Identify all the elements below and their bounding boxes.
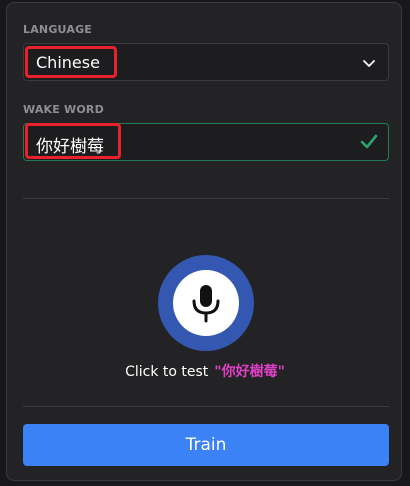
wake-word-label: WAKE WORD	[23, 103, 104, 116]
test-prompt: Click to test	[125, 364, 209, 380]
language-select[interactable]: Chinese	[23, 43, 389, 81]
test-instruction: Click to test "你好樹莓"	[7, 361, 403, 381]
language-label: LANGUAGE	[23, 23, 93, 36]
test-phrase: "你好樹莓"	[214, 364, 285, 380]
wake-word-input[interactable]: 你好樹莓	[23, 123, 389, 161]
mic-inner-circle	[173, 270, 239, 336]
chevron-down-icon	[363, 60, 375, 67]
divider	[23, 406, 389, 407]
test-microphone-button[interactable]	[158, 255, 254, 351]
wake-word-value: 你好樹莓	[36, 137, 104, 157]
train-button[interactable]: Train	[23, 424, 389, 466]
language-selected-value: Chinese	[36, 53, 100, 72]
divider	[23, 198, 389, 199]
check-icon	[360, 134, 378, 149]
microphone-icon	[192, 285, 220, 323]
wake-word-panel: LANGUAGE Chinese WAKE WORD 你好樹莓 Click to…	[6, 2, 402, 481]
